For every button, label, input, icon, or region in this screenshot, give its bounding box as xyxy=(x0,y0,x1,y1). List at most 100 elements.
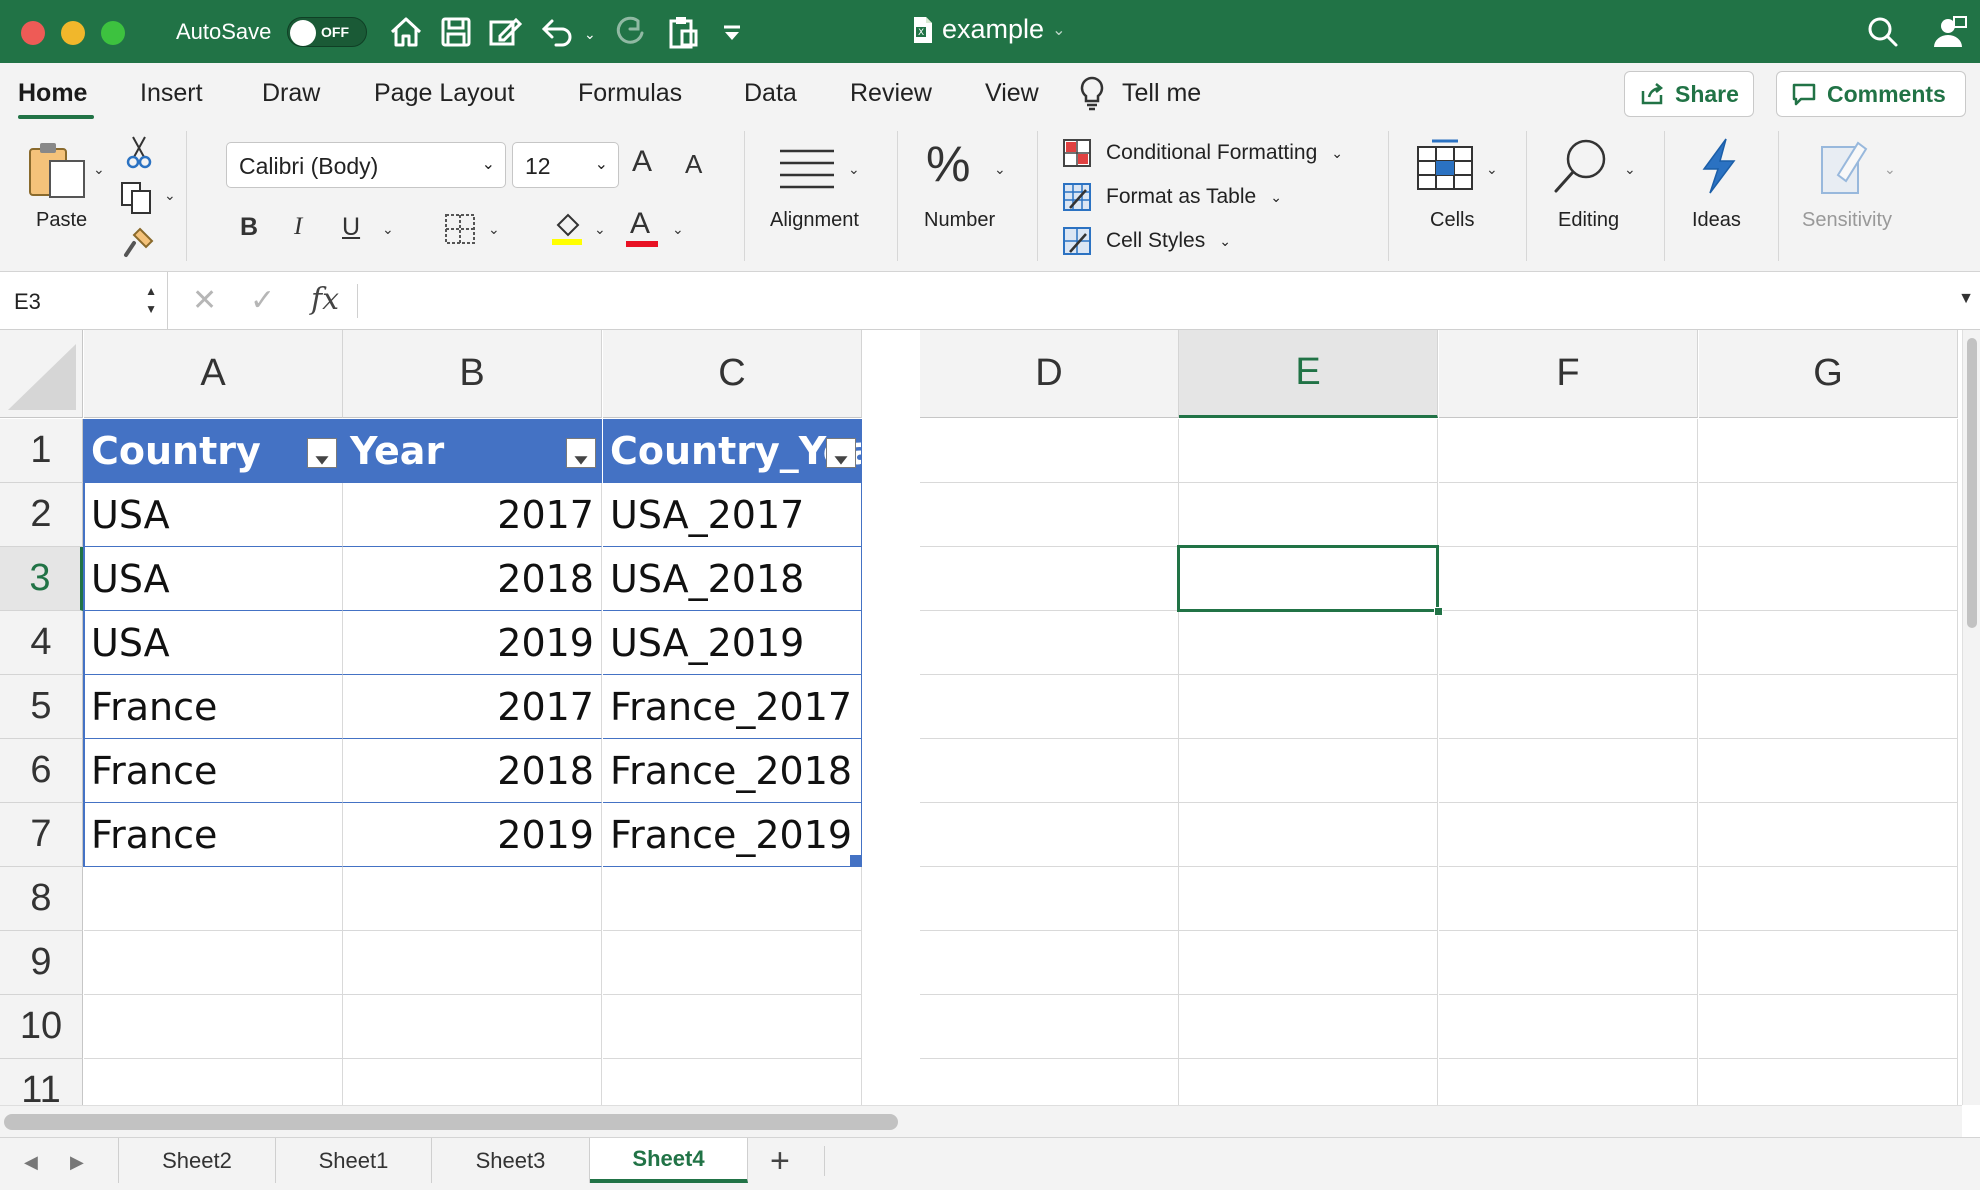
decrease-font-size-button[interactable]: A xyxy=(685,149,702,180)
sheet-tab-sheet1[interactable]: Sheet1 xyxy=(276,1138,432,1183)
cell-styles-button[interactable]: Cell Styles ⌄ xyxy=(1062,225,1231,257)
row-header-10[interactable]: 10 xyxy=(0,995,83,1059)
increase-font-size-button[interactable]: A xyxy=(632,145,652,179)
cell-g2[interactable] xyxy=(1699,483,1958,547)
share-button[interactable]: Share xyxy=(1624,71,1754,117)
cell-g1[interactable] xyxy=(1699,419,1958,483)
cell-d4[interactable] xyxy=(920,611,1179,675)
cell-a6[interactable]: France xyxy=(84,739,343,803)
cell-b9[interactable] xyxy=(343,931,602,995)
undo-dropdown-icon[interactable]: ⌄ xyxy=(584,26,596,43)
cell-c11[interactable] xyxy=(603,1059,862,1105)
cell-d7[interactable] xyxy=(920,803,1179,867)
vertical-scroll-thumb[interactable] xyxy=(1967,338,1977,628)
cell-f8[interactable] xyxy=(1439,867,1698,931)
name-box-stepper-icon[interactable]: ▲ ▼ xyxy=(145,282,157,318)
row-header-2[interactable]: 2 xyxy=(0,483,83,547)
row-header-6[interactable]: 6 xyxy=(0,739,83,803)
column-header-f[interactable]: F xyxy=(1439,330,1698,418)
cell-a10[interactable] xyxy=(84,995,343,1059)
tab-formulas[interactable]: Formulas xyxy=(578,79,682,108)
home-icon[interactable] xyxy=(387,13,425,51)
cell-b10[interactable] xyxy=(343,995,602,1059)
cell-d5[interactable] xyxy=(920,675,1179,739)
search-icon[interactable] xyxy=(1866,13,1900,51)
paste-icon[interactable] xyxy=(26,139,88,201)
vertical-scrollbar[interactable] xyxy=(1962,330,1980,1105)
cell-f11[interactable] xyxy=(1439,1059,1698,1105)
cell-f5[interactable] xyxy=(1439,675,1698,739)
filter-dropdown-icon[interactable] xyxy=(826,438,856,468)
paste-options-icon[interactable]: ⌄ xyxy=(93,161,105,178)
cell-a8[interactable] xyxy=(84,867,343,931)
cell-e6[interactable] xyxy=(1179,739,1438,803)
cell-d11[interactable] xyxy=(920,1059,1179,1105)
cell-b7[interactable]: 2019 xyxy=(343,803,602,867)
cell-e4[interactable] xyxy=(1179,611,1438,675)
cell-b5[interactable]: 2017 xyxy=(343,675,602,739)
number-options-icon[interactable]: ⌄ xyxy=(994,161,1006,178)
cell-b6[interactable]: 2018 xyxy=(343,739,602,803)
tab-draw[interactable]: Draw xyxy=(262,79,320,108)
customize-toolbar-icon[interactable] xyxy=(718,13,746,51)
underline-button[interactable]: U xyxy=(342,213,360,242)
cell-c7[interactable]: France_2019 xyxy=(603,803,862,867)
cells-icon[interactable] xyxy=(1414,137,1476,193)
cell-g4[interactable] xyxy=(1699,611,1958,675)
cell-c9[interactable] xyxy=(603,931,862,995)
cell-b4[interactable]: 2019 xyxy=(343,611,602,675)
save-icon[interactable] xyxy=(437,13,475,51)
cell-f2[interactable] xyxy=(1439,483,1698,547)
font-size-select[interactable]: 12 ⌄ xyxy=(512,142,619,188)
cell-c8[interactable] xyxy=(603,867,862,931)
cell-g5[interactable] xyxy=(1699,675,1958,739)
cell-d1[interactable] xyxy=(920,419,1179,483)
cell-c6[interactable]: France_2018 xyxy=(603,739,862,803)
borders-icon[interactable] xyxy=(444,213,476,245)
cell-c5[interactable]: France_2017 xyxy=(603,675,862,739)
cell-e1[interactable] xyxy=(1179,419,1438,483)
filter-dropdown-icon[interactable] xyxy=(307,438,337,468)
cell-a4[interactable]: USA xyxy=(84,611,343,675)
cell-g6[interactable] xyxy=(1699,739,1958,803)
borders-options-icon[interactable]: ⌄ xyxy=(488,221,500,238)
clipboard-icon[interactable] xyxy=(664,13,702,51)
horizontal-scrollbar[interactable] xyxy=(0,1105,1962,1137)
fill-color-options-icon[interactable]: ⌄ xyxy=(594,221,606,238)
cell-g8[interactable] xyxy=(1699,867,1958,931)
document-title[interactable]: X example ⌄ xyxy=(912,14,1065,45)
row-header-11[interactable]: 11 xyxy=(0,1059,83,1105)
cell-e9[interactable] xyxy=(1179,931,1438,995)
column-header-e[interactable]: E xyxy=(1179,330,1438,418)
previous-sheet-icon[interactable]: ◀ xyxy=(24,1152,38,1173)
cell-c2[interactable]: USA_2017 xyxy=(603,483,862,547)
selected-cell-e3[interactable] xyxy=(1177,545,1439,612)
row-header-1[interactable]: 1 xyxy=(0,419,83,483)
cell-d10[interactable] xyxy=(920,995,1179,1059)
row-header-4[interactable]: 4 xyxy=(0,611,83,675)
cell-f4[interactable] xyxy=(1439,611,1698,675)
cell-d2[interactable] xyxy=(920,483,1179,547)
editing-options-icon[interactable]: ⌄ xyxy=(1624,161,1636,178)
font-color-button[interactable]: A xyxy=(630,207,650,241)
fill-handle[interactable] xyxy=(1434,607,1443,616)
font-color-options-icon[interactable]: ⌄ xyxy=(672,221,684,238)
cell-e10[interactable] xyxy=(1179,995,1438,1059)
cell-f6[interactable] xyxy=(1439,739,1698,803)
cell-e8[interactable] xyxy=(1179,867,1438,931)
cell-a3[interactable]: USA xyxy=(84,547,343,611)
zoom-window-button[interactable] xyxy=(101,21,125,45)
cells-options-icon[interactable]: ⌄ xyxy=(1486,161,1498,178)
number-format-icon[interactable]: % xyxy=(926,135,970,193)
column-header-a[interactable]: A xyxy=(84,330,343,418)
conditional-formatting-button[interactable]: Conditional Formatting ⌄ xyxy=(1062,137,1343,169)
row-header-7[interactable]: 7 xyxy=(0,803,83,867)
cell-d8[interactable] xyxy=(920,867,1179,931)
cell-g7[interactable] xyxy=(1699,803,1958,867)
cell-b1[interactable]: Year xyxy=(343,419,602,483)
tell-me-search[interactable]: Tell me xyxy=(1122,79,1201,108)
cell-b8[interactable] xyxy=(343,867,602,931)
cell-f10[interactable] xyxy=(1439,995,1698,1059)
cell-d9[interactable] xyxy=(920,931,1179,995)
cell-c3[interactable]: USA_2018 xyxy=(603,547,862,611)
